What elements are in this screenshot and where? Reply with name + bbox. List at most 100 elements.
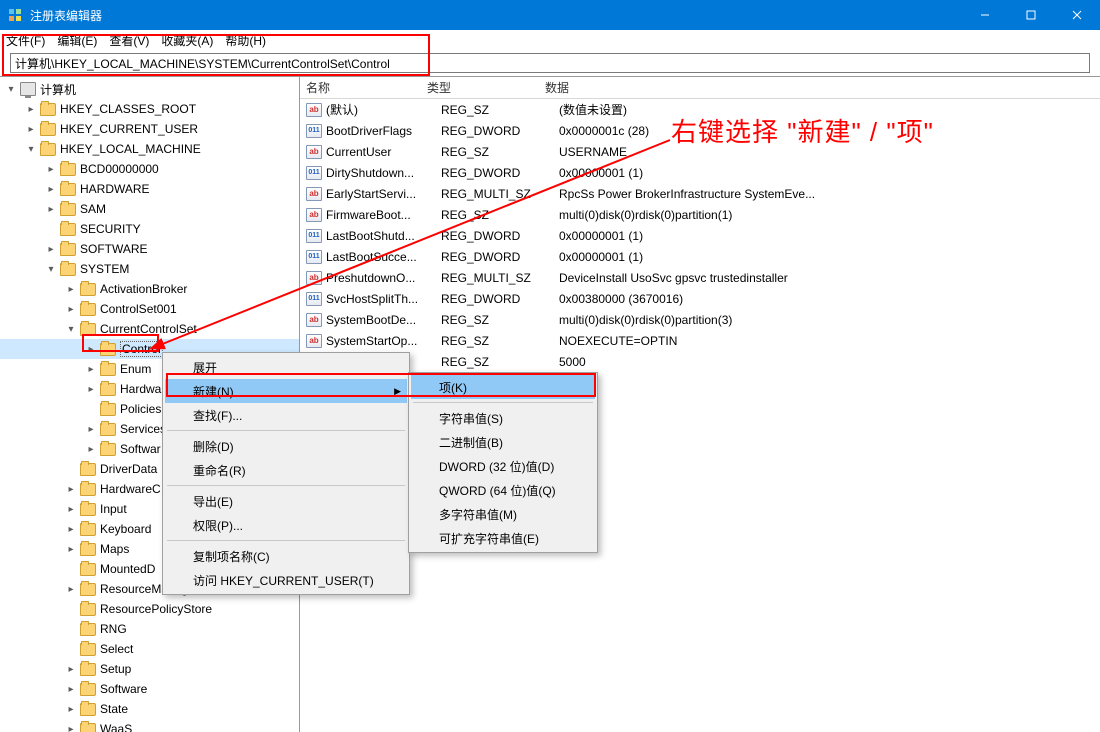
value-type: REG_DWORD xyxy=(441,229,559,243)
chevron-right-icon[interactable]: ▸ xyxy=(84,342,98,356)
chevron-right-icon[interactable]: ▸ xyxy=(64,282,78,296)
titlebar: 注册表编辑器 xyxy=(0,0,1100,30)
sub-key[interactable]: 项(K) xyxy=(411,375,595,399)
menu-help[interactable]: 帮助(H) xyxy=(225,32,266,49)
close-button[interactable] xyxy=(1054,0,1100,30)
tree-item[interactable]: ResourcePolicyStore xyxy=(0,599,299,619)
list-row[interactable]: 011BootDriverFlagsREG_DWORD0x0000001c (2… xyxy=(300,120,1100,141)
ctx-new[interactable]: 新建(N)▶ xyxy=(165,379,407,403)
ctx-permissions[interactable]: 权限(P)... xyxy=(165,513,407,537)
tree-item[interactable]: ▸ControlSet001 xyxy=(0,299,299,319)
list-row[interactable]: ab(默认)REG_SZ(数值未设置) xyxy=(300,99,1100,120)
tree-root[interactable]: ▾计算机 xyxy=(0,79,299,99)
chevron-right-icon[interactable]: ▸ xyxy=(84,362,98,376)
list-row[interactable]: abREG_SZ5000 xyxy=(300,351,1100,372)
list-row[interactable]: abEarlyStartServi...REG_MULTI_SZRpcSs Po… xyxy=(300,183,1100,204)
sub-qword[interactable]: QWORD (64 位)值(Q) xyxy=(411,478,595,502)
chevron-right-icon[interactable]: ▸ xyxy=(44,202,58,216)
menu-file[interactable]: 文件(F) xyxy=(6,32,45,49)
menu-favorites[interactable]: 收藏夹(A) xyxy=(161,32,213,49)
list-row[interactable]: abCurrentUserREG_SZUSERNAME xyxy=(300,141,1100,162)
app-icon xyxy=(8,8,22,22)
tree-item[interactable]: ▸Setup xyxy=(0,659,299,679)
list-row[interactable]: abSystemStartOp...REG_SZ NOEXECUTE=OPTIN xyxy=(300,330,1100,351)
ctx-expand[interactable]: 展开 xyxy=(165,355,407,379)
chevron-right-icon[interactable]: ▸ xyxy=(64,502,78,516)
tree-item[interactable]: RNG xyxy=(0,619,299,639)
chevron-right-icon[interactable]: ▸ xyxy=(84,382,98,396)
tree-item[interactable]: ▸BCD00000000 xyxy=(0,159,299,179)
chevron-right-icon[interactable]: ▸ xyxy=(64,482,78,496)
binary-value-icon: 011 xyxy=(306,292,322,306)
menu-edit[interactable]: 编辑(E) xyxy=(57,32,97,49)
ctx-rename[interactable]: 重命名(R) xyxy=(165,458,407,482)
folder-icon xyxy=(80,623,96,636)
tree-item[interactable]: ▸SOFTWARE xyxy=(0,239,299,259)
tree-item[interactable]: ▸State xyxy=(0,699,299,719)
chevron-right-icon[interactable]: ▸ xyxy=(64,522,78,536)
tree-ccs[interactable]: ▾CurrentControlSet xyxy=(0,319,299,339)
chevron-right-icon[interactable]: ▸ xyxy=(44,162,58,176)
list-row[interactable]: 011LastBootShutd...REG_DWORD0x00000001 (… xyxy=(300,225,1100,246)
chevron-right-icon[interactable]: ▸ xyxy=(44,182,58,196)
chevron-right-icon[interactable]: ▸ xyxy=(64,682,78,696)
value-data: NOEXECUTE=OPTIN xyxy=(559,334,1100,348)
chevron-right-icon[interactable]: ▸ xyxy=(64,582,78,596)
chevron-right-icon[interactable]: ▸ xyxy=(24,122,38,136)
sub-multistring[interactable]: 多字符串值(M) xyxy=(411,502,595,526)
ctx-export[interactable]: 导出(E) xyxy=(165,489,407,513)
tree-hkcu[interactable]: ▸HKEY_CURRENT_USER xyxy=(0,119,299,139)
address-input[interactable] xyxy=(10,53,1090,73)
tree-item[interactable]: ▸Software xyxy=(0,679,299,699)
list-row[interactable]: 011DirtyShutdown...REG_DWORD0x00000001 (… xyxy=(300,162,1100,183)
folder-icon xyxy=(60,183,76,196)
value-data: 0x00380000 (3670016) xyxy=(559,292,1100,306)
value-data: 0x00000001 (1) xyxy=(559,166,1100,180)
chevron-right-icon[interactable]: ▸ xyxy=(64,542,78,556)
list-row[interactable]: abSystemBootDe...REG_SZmulti(0)disk(0)rd… xyxy=(300,309,1100,330)
list-row[interactable]: 011LastBootSucce...REG_DWORD0x00000001 (… xyxy=(300,246,1100,267)
folder-icon xyxy=(80,523,96,536)
list-row[interactable]: abPreshutdownO...REG_MULTI_SZDeviceInsta… xyxy=(300,267,1100,288)
ctx-copy-keyname[interactable]: 复制项名称(C) xyxy=(165,544,407,568)
chevron-down-icon[interactable]: ▾ xyxy=(64,322,78,336)
list-row[interactable]: 011SvcHostSplitTh...REG_DWORD0x00380000 … xyxy=(300,288,1100,309)
tree-hkcr[interactable]: ▸HKEY_CLASSES_ROOT xyxy=(0,99,299,119)
tree-hklm[interactable]: ▾HKEY_LOCAL_MACHINE xyxy=(0,139,299,159)
chevron-right-icon[interactable]: ▸ xyxy=(24,102,38,116)
list-row[interactable]: abFirmwareBoot...REG_SZmulti(0)disk(0)rd… xyxy=(300,204,1100,225)
sub-expandstring[interactable]: 可扩充字符串值(E) xyxy=(411,526,595,550)
tree-system[interactable]: ▾SYSTEM xyxy=(0,259,299,279)
sub-binary[interactable]: 二进制值(B) xyxy=(411,430,595,454)
chevron-right-icon[interactable]: ▸ xyxy=(64,702,78,716)
chevron-right-icon[interactable]: ▸ xyxy=(64,722,78,732)
value-name: (默认) xyxy=(326,101,441,118)
ctx-goto-hkcu[interactable]: 访问 HKEY_CURRENT_USER(T) xyxy=(165,568,407,592)
tree-item[interactable]: ▸ActivationBroker xyxy=(0,279,299,299)
sub-dword[interactable]: DWORD (32 位)值(D) xyxy=(411,454,595,478)
chevron-down-icon[interactable]: ▾ xyxy=(44,262,58,276)
sub-string[interactable]: 字符串值(S) xyxy=(411,406,595,430)
col-data[interactable]: 数据 xyxy=(539,79,1100,96)
chevron-right-icon[interactable]: ▸ xyxy=(64,302,78,316)
folder-icon xyxy=(40,143,56,156)
tree-item[interactable]: SECURITY xyxy=(0,219,299,239)
col-type[interactable]: 类型 xyxy=(421,79,539,96)
tree-item[interactable]: ▸WaaS xyxy=(0,719,299,732)
chevron-right-icon[interactable]: ▸ xyxy=(44,242,58,256)
ctx-find[interactable]: 查找(F)... xyxy=(165,403,407,427)
chevron-right-icon[interactable]: ▸ xyxy=(84,442,98,456)
maximize-button[interactable] xyxy=(1008,0,1054,30)
minimize-button[interactable] xyxy=(962,0,1008,30)
menu-view[interactable]: 查看(V) xyxy=(109,32,149,49)
tree-item[interactable]: ▸SAM xyxy=(0,199,299,219)
chevron-down-icon[interactable]: ▾ xyxy=(4,82,18,96)
chevron-down-icon[interactable]: ▾ xyxy=(24,142,38,156)
col-name[interactable]: 名称 xyxy=(300,79,421,96)
chevron-right-icon[interactable]: ▸ xyxy=(64,662,78,676)
tree-item[interactable]: ▸HARDWARE xyxy=(0,179,299,199)
chevron-right-icon[interactable]: ▸ xyxy=(84,422,98,436)
list-header: 名称 类型 数据 xyxy=(300,77,1100,99)
ctx-delete[interactable]: 删除(D) xyxy=(165,434,407,458)
tree-item[interactable]: Select xyxy=(0,639,299,659)
